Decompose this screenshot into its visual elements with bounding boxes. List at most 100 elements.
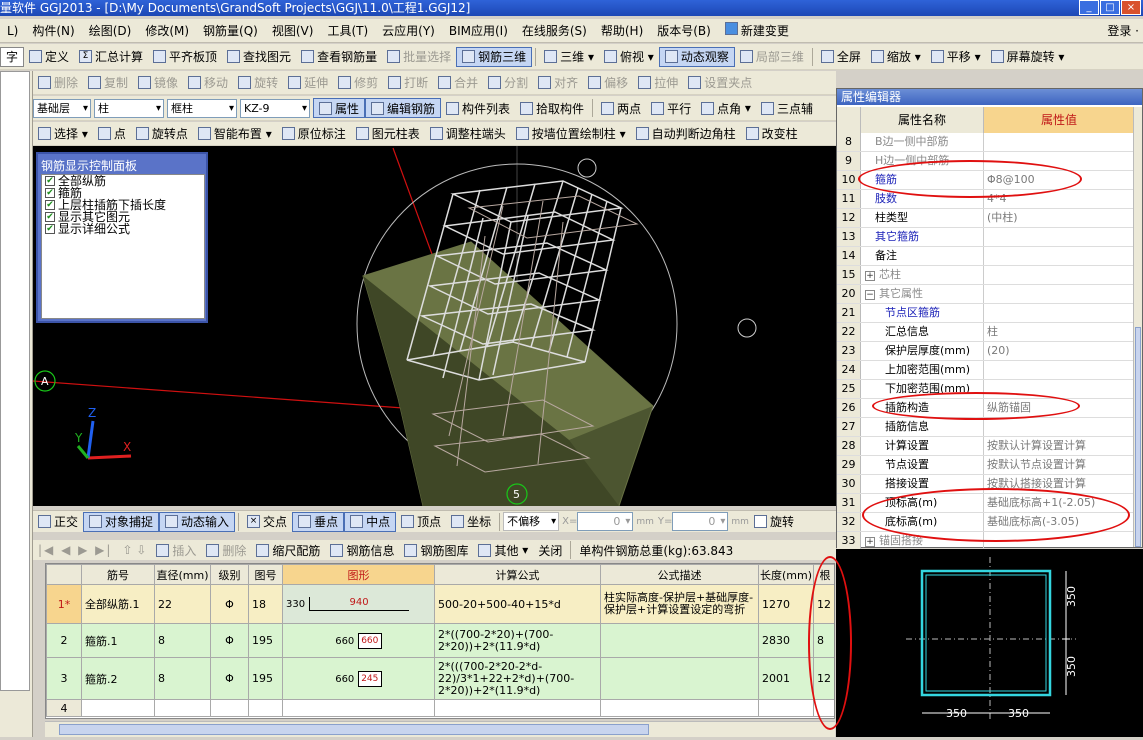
table-row[interactable]: 2 箍筋.1 8 Φ 195 660 660 2*((700-2*20)+(70…: [46, 623, 834, 658]
checkbox-icon[interactable]: [753, 515, 767, 528]
rebar-info-button[interactable]: 钢筋信息: [325, 540, 399, 560]
point-angle-button[interactable]: 点角 ▾: [696, 98, 756, 118]
vertex-snap[interactable]: 顶点: [396, 512, 446, 532]
menu-new-change[interactable]: 新建变更: [718, 22, 796, 39]
merge-button[interactable]: 合并: [433, 73, 483, 93]
extend-button[interactable]: 延伸: [283, 73, 333, 93]
maximize-button[interactable]: □: [1100, 0, 1120, 15]
checkbox-icon[interactable]: ✔: [45, 224, 55, 234]
rotate-checkbox[interactable]: 旋转: [749, 512, 799, 532]
category-select[interactable]: 柱: [94, 98, 164, 118]
cell-formula[interactable]: 500-20+500-40+15*d: [434, 584, 601, 624]
property-scrollbar[interactable]: [1133, 107, 1142, 547]
perpendicular-snap[interactable]: 垂点: [292, 511, 345, 532]
delete-button[interactable]: 删除: [33, 73, 83, 93]
two-point-button[interactable]: 两点: [596, 98, 646, 118]
properties-button[interactable]: 属性: [313, 98, 366, 118]
menu-item[interactable]: L): [0, 24, 25, 38]
property-row[interactable]: 27 插筋信息: [837, 418, 1134, 437]
delete-row-button[interactable]: 删除: [201, 540, 251, 560]
change-column-button[interactable]: 改变柱: [741, 124, 803, 144]
three-point-aux-button[interactable]: 三点辅: [756, 98, 818, 118]
draw-by-wall-dropdown[interactable]: 按墙位置绘制柱 ▾: [511, 124, 631, 144]
align-slab-top-button[interactable]: 平齐板顶: [148, 47, 222, 67]
menu-component[interactable]: 构件(N): [25, 22, 81, 39]
offset-button[interactable]: 偏移: [583, 73, 633, 93]
collapse-icon[interactable]: −: [865, 290, 875, 300]
coordinate-snap[interactable]: 坐标: [446, 512, 496, 532]
3d-dropdown[interactable]: 三维 ▾: [539, 47, 599, 67]
stretch-button[interactable]: 拉伸: [633, 73, 683, 93]
menu-view[interactable]: 视图(V): [265, 22, 321, 39]
cell-formula[interactable]: [434, 699, 601, 717]
align-button[interactable]: 对齐: [533, 73, 583, 93]
menu-rebar-quantity[interactable]: 钢筋量(Q): [196, 22, 265, 39]
zoom-dropdown[interactable]: 缩放 ▾: [866, 47, 926, 67]
property-row[interactable]: 13 其它箍筋: [837, 228, 1134, 247]
partial-3d-button[interactable]: 局部三维: [735, 47, 809, 67]
cell-formula[interactable]: 2*((700-2*20)+(700-2*20))+2*(11.9*d): [434, 623, 601, 658]
cell-grade[interactable]: Φ: [210, 657, 249, 700]
cell-name[interactable]: 全部纵筋.1: [81, 584, 155, 624]
property-value[interactable]: [984, 285, 1134, 303]
minimize-button[interactable]: _: [1079, 0, 1099, 15]
cell-name[interactable]: 箍筋.2: [81, 657, 155, 700]
table-row[interactable]: 3 箍筋.2 8 Φ 195 660 245 2*(((700-2*20-2*d…: [46, 657, 834, 700]
cell-fig[interactable]: 195: [248, 623, 283, 658]
orbit-handle-right[interactable]: [737, 318, 757, 338]
cell-fig[interactable]: 18: [248, 584, 283, 624]
property-row[interactable]: 21 节点区箍筋: [837, 304, 1134, 323]
y-input[interactable]: 0: [672, 512, 729, 531]
pick-component-button[interactable]: 拾取构件: [515, 98, 589, 118]
subtype-select[interactable]: 框柱: [167, 98, 237, 118]
checkbox-icon[interactable]: ✔: [45, 188, 55, 198]
menu-online[interactable]: 在线服务(S): [515, 22, 594, 39]
property-value[interactable]: (中柱): [984, 209, 1134, 227]
property-value[interactable]: [984, 361, 1134, 379]
menu-draw[interactable]: 绘图(D): [82, 22, 139, 39]
property-value[interactable]: [984, 418, 1134, 436]
move-up-down-buttons[interactable]: ⇧ ⇩: [117, 540, 151, 560]
expand-icon[interactable]: +: [865, 537, 875, 547]
property-value[interactable]: 按默认计算设置计算: [984, 437, 1134, 455]
cell-shape[interactable]: [282, 699, 435, 717]
menu-bim[interactable]: BIM应用(I): [442, 22, 515, 39]
menu-cloud[interactable]: 云应用(Y): [375, 22, 442, 39]
pan-dropdown[interactable]: 平移 ▾: [926, 47, 986, 67]
menu-modify[interactable]: 修改(M): [138, 22, 196, 39]
close-button[interactable]: ×: [1121, 0, 1141, 15]
cell-shape[interactable]: 660 245: [282, 657, 435, 700]
menu-help[interactable]: 帮助(H): [594, 22, 650, 39]
smart-layout-dropdown[interactable]: 智能布置 ▾: [193, 124, 277, 144]
object-snap-button[interactable]: 对象捕捉: [83, 511, 160, 532]
orbit-button[interactable]: 动态观察: [658, 46, 735, 67]
property-row[interactable]: 15 + 芯柱: [837, 266, 1134, 285]
rebar-library-button[interactable]: 钢筋图库: [399, 540, 473, 560]
batch-select-button[interactable]: 批量选择: [382, 47, 456, 67]
view-rebar-qty-button[interactable]: 查看钢筋量: [296, 47, 382, 67]
intersection-snap[interactable]: × 交点: [242, 512, 292, 532]
property-value[interactable]: [984, 304, 1134, 322]
property-value[interactable]: [984, 266, 1134, 284]
left-tab[interactable]: 字: [0, 46, 24, 67]
section-preview[interactable]: 350 350 350 350: [836, 549, 1143, 737]
cell-shape[interactable]: 330 940: [282, 584, 435, 624]
edit-rebar-button[interactable]: 编辑钢筋: [365, 98, 442, 118]
cell-shape[interactable]: 660 660: [282, 623, 435, 658]
auto-corner-column-button[interactable]: 自动判断边角柱: [631, 124, 741, 144]
select-dropdown[interactable]: 选择 ▾: [33, 124, 93, 144]
other-dropdown[interactable]: 其他 ▾: [473, 540, 533, 560]
ortho-button[interactable]: 正交: [33, 512, 83, 532]
parallel-button[interactable]: 平行: [646, 98, 696, 118]
checkbox-icon[interactable]: ✔: [45, 212, 55, 222]
rebar-3d-button[interactable]: 钢筋三维: [456, 46, 533, 67]
insert-row-button[interactable]: 插入: [151, 540, 201, 560]
column-table-button[interactable]: 图元柱表: [351, 124, 425, 144]
in-situ-annotation-button[interactable]: 原位标注: [277, 124, 351, 144]
property-value[interactable]: (20): [984, 342, 1134, 360]
cell-description[interactable]: 柱实际高度-保护层+基础厚度-保护层+计算设置设定的弯折: [600, 584, 759, 624]
orbit-handle-top[interactable]: [577, 158, 597, 178]
property-row[interactable]: 8 B边一侧中部筋: [837, 133, 1134, 152]
component-name-select[interactable]: KZ-9: [240, 98, 310, 118]
scale-rebar-button[interactable]: 缩尺配筋: [251, 540, 325, 560]
